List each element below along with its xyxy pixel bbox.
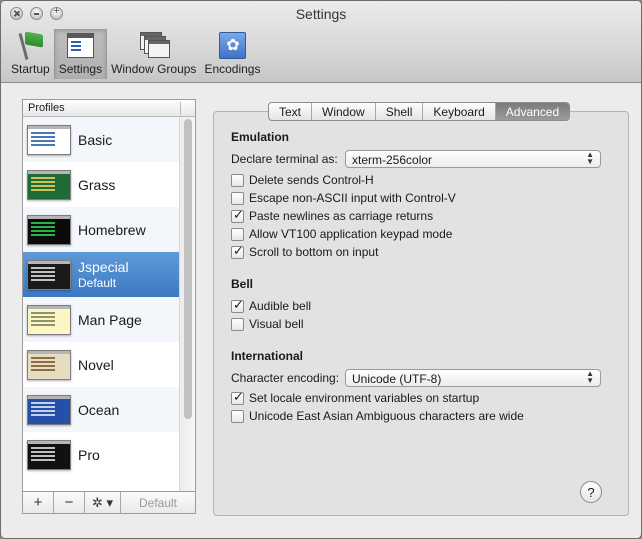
gear-menu-button[interactable]: ✲ ▾ xyxy=(85,492,121,513)
profiles-scrollbar[interactable] xyxy=(179,117,195,491)
help-button[interactable]: ? xyxy=(580,481,602,503)
profile-name: Pro xyxy=(78,446,100,463)
profiles-table: Profiles Basic Grass Homebrew Jspecial D… xyxy=(22,99,196,492)
profile-name: Grass xyxy=(78,176,116,193)
emulation-heading: Emulation xyxy=(231,130,290,144)
toolbar-encodings-label: Encodings xyxy=(204,62,261,76)
profile-row-jspecial[interactable]: Jspecial Default xyxy=(23,252,180,297)
toolbar-window-groups-button[interactable]: Window Groups xyxy=(107,29,200,79)
paste-newlines-option[interactable]: Paste newlines as carriage returns xyxy=(231,208,434,223)
delete-sends-ctrl-h-option[interactable]: Delete sends Control-H xyxy=(231,173,374,187)
audible-bell-checkbox[interactable] xyxy=(231,298,244,313)
option-label: Escape non-ASCII input with Control-V xyxy=(249,191,456,205)
encodings-flag-icon xyxy=(216,30,248,60)
profile-row-grass[interactable]: Grass xyxy=(23,162,180,207)
profile-name: Jspecial Default xyxy=(78,259,129,290)
advanced-panel: Emulation Declare terminal as: xterm-256… xyxy=(213,111,629,516)
tab-text[interactable]: Text xyxy=(269,103,313,120)
character-encoding-value: Unicode (UTF-8) xyxy=(352,372,442,386)
paste-newlines-checkbox[interactable] xyxy=(231,208,244,223)
international-heading: International xyxy=(231,349,304,363)
profile-name: Novel xyxy=(78,356,114,373)
toolbar-encodings-button[interactable]: Encodings xyxy=(200,29,264,79)
declare-terminal-label: Declare terminal as: xyxy=(231,152,338,166)
profile-thumbnail-pro xyxy=(27,439,71,470)
profile-name-text: Jspecial xyxy=(78,259,129,275)
east-asian-wide-checkbox[interactable] xyxy=(231,409,244,423)
option-label: Unicode East Asian Ambiguous characters … xyxy=(249,409,524,423)
profile-row-man-page[interactable]: Man Page xyxy=(23,297,180,342)
option-label: Delete sends Control-H xyxy=(249,173,374,187)
profiles-scroll-thumb[interactable] xyxy=(184,119,192,419)
escape-non-ascii-option[interactable]: Escape non-ASCII input with Control-V xyxy=(231,191,456,205)
profile-thumbnail-homebrew xyxy=(27,214,71,245)
startup-flag-icon xyxy=(14,30,46,60)
profile-thumbnail-man-page xyxy=(27,304,71,335)
profiles-column-header[interactable]: Profiles xyxy=(23,100,195,117)
profile-list-buttons: + − ✲ ▾ Default xyxy=(22,492,196,514)
option-label: Allow VT100 application keypad mode xyxy=(249,227,453,241)
character-encoding-popup[interactable]: Unicode (UTF-8) ▲ ▼ xyxy=(345,369,601,387)
default-profile-button[interactable]: Default xyxy=(121,492,195,513)
tab-shell[interactable]: Shell xyxy=(376,103,424,120)
profile-row-pro[interactable]: Pro xyxy=(23,432,180,477)
profile-row-novel[interactable]: Novel xyxy=(23,342,180,387)
set-locale-checkbox[interactable] xyxy=(231,390,244,405)
add-profile-button[interactable]: + xyxy=(23,492,54,513)
option-label: Scroll to bottom on input xyxy=(249,245,379,259)
tab-window[interactable]: Window xyxy=(312,103,376,120)
profile-thumbnail-basic xyxy=(27,124,71,155)
visual-bell-checkbox[interactable] xyxy=(231,317,244,331)
bell-heading: Bell xyxy=(231,277,254,291)
scroll-to-bottom-checkbox[interactable] xyxy=(231,244,244,259)
set-locale-option[interactable]: Set locale environment variables on star… xyxy=(231,390,480,405)
profile-name: Basic xyxy=(78,131,113,148)
settings-window: Settings Startup Settings Window Groups xyxy=(0,0,642,539)
option-label: Set locale environment variables on star… xyxy=(249,391,480,405)
scroll-to-bottom-option[interactable]: Scroll to bottom on input xyxy=(231,244,379,259)
profile-thumbnail-ocean xyxy=(27,394,71,425)
window-title: Settings xyxy=(295,6,347,22)
settings-tabbar: Text Window Shell Keyboard Advanced xyxy=(268,102,571,121)
visual-bell-option[interactable]: Visual bell xyxy=(231,317,303,331)
window-groups-icon xyxy=(138,30,170,60)
vt100-keypad-checkbox[interactable] xyxy=(231,227,244,241)
profile-thumbnail-novel xyxy=(27,349,71,380)
profile-name: Ocean xyxy=(78,401,120,418)
toolbar-startup-label: Startup xyxy=(11,62,50,76)
toolbar: Settings Startup Settings Window Groups xyxy=(1,1,641,83)
toolbar-window-groups-label: Window Groups xyxy=(111,62,197,76)
character-encoding-label: Character encoding: xyxy=(231,371,340,385)
profile-name: Homebrew xyxy=(78,221,146,238)
toolbar-settings-button[interactable]: Settings xyxy=(53,29,108,79)
delete-sends-ctrl-h-checkbox[interactable] xyxy=(231,173,244,187)
tab-advanced[interactable]: Advanced xyxy=(495,103,570,120)
toolbar-tabs: Startup Settings Window Groups Encodings xyxy=(7,29,264,79)
profile-row-basic[interactable]: Basic xyxy=(23,117,180,162)
profile-name: Man Page xyxy=(78,311,142,328)
settings-window-icon xyxy=(64,30,96,60)
default-profile-badge: Default xyxy=(78,276,117,290)
toolbar-settings-label: Settings xyxy=(58,62,103,76)
profile-thumbnail-grass xyxy=(27,169,71,200)
profile-row-homebrew[interactable]: Homebrew xyxy=(23,207,180,252)
vt100-keypad-option[interactable]: Allow VT100 application keypad mode xyxy=(231,227,452,241)
profile-thumbnail-jspecial xyxy=(27,259,71,290)
audible-bell-option[interactable]: Audible bell xyxy=(231,298,312,313)
declare-terminal-value: xterm-256color xyxy=(352,153,433,167)
east-asian-wide-option[interactable]: Unicode East Asian Ambiguous characters … xyxy=(231,409,524,423)
profile-row-ocean[interactable]: Ocean xyxy=(23,387,180,432)
toolbar-startup-button[interactable]: Startup xyxy=(7,29,54,79)
popup-arrows-icon: ▲ ▼ xyxy=(586,150,594,166)
profile-list: Basic Grass Homebrew Jspecial Default Ma… xyxy=(23,117,180,491)
option-label: Paste newlines as carriage returns xyxy=(249,209,434,223)
popup-arrows-icon: ▲ ▼ xyxy=(586,369,594,385)
remove-profile-button[interactable]: − xyxy=(54,492,85,513)
tab-keyboard[interactable]: Keyboard xyxy=(423,103,496,120)
option-label: Audible bell xyxy=(249,299,312,313)
option-label: Visual bell xyxy=(249,317,304,331)
escape-non-ascii-checkbox[interactable] xyxy=(231,191,244,205)
declare-terminal-popup[interactable]: xterm-256color ▲ ▼ xyxy=(345,150,601,168)
